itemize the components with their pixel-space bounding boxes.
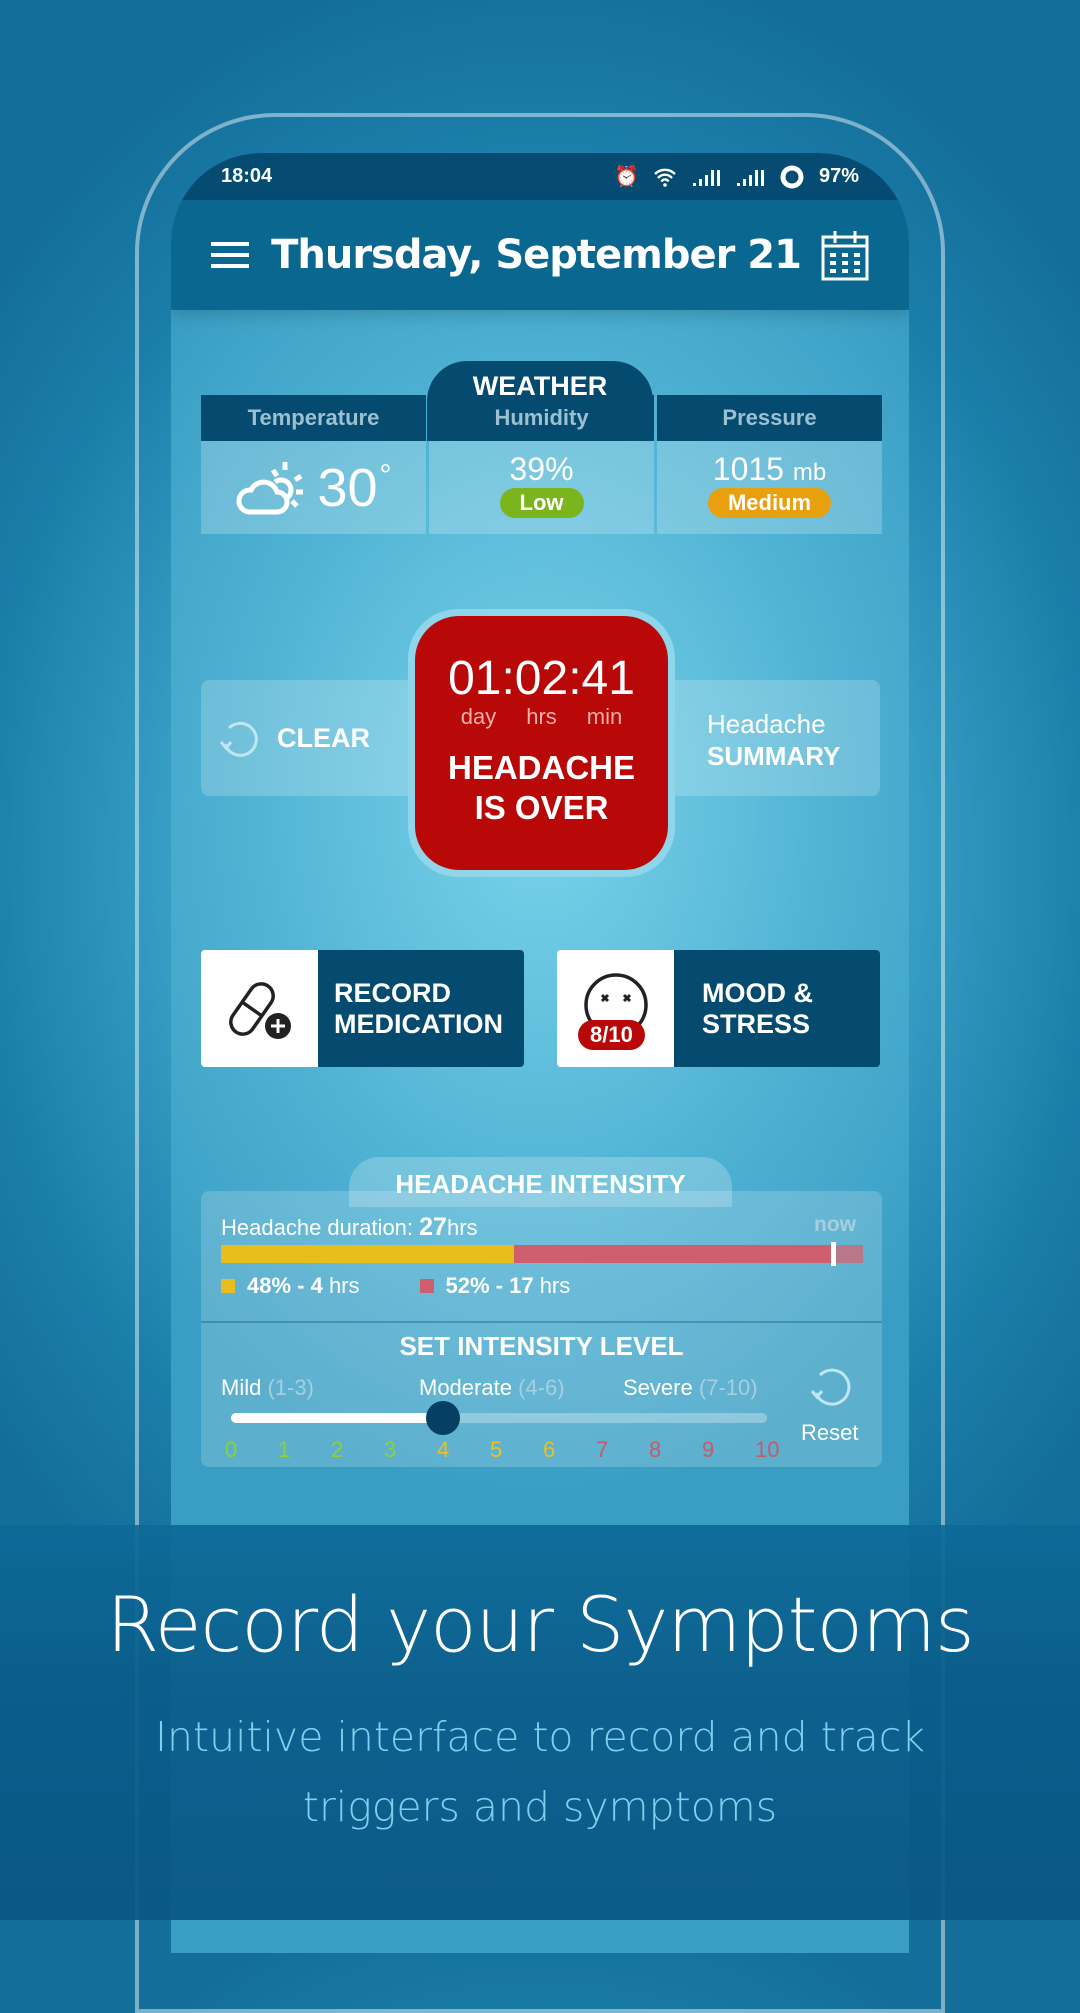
mood-badge: 8/10 bbox=[578, 1020, 645, 1050]
humidity-badge: Low bbox=[499, 488, 584, 518]
now-marker bbox=[830, 1242, 836, 1266]
scale-number[interactable]: 2 bbox=[331, 1437, 343, 1463]
timer-unit-day: day bbox=[460, 704, 497, 729]
app-header: Thursday, September 21 bbox=[171, 200, 909, 310]
range-label: Severe (7-10) bbox=[623, 1375, 758, 1400]
humidity-card: Humidity 39% Low bbox=[429, 395, 654, 534]
pill-add-icon bbox=[228, 981, 291, 1039]
scale-number[interactable]: 6 bbox=[543, 1437, 555, 1463]
scale-number[interactable]: 0 bbox=[225, 1437, 237, 1463]
duration-unit: hrs bbox=[446, 1215, 478, 1240]
promo-title: Record your Symptoms bbox=[106, 1580, 974, 1669]
weather-panel: Temperature 30 ° Humidity 39% Low Pressur… bbox=[201, 361, 882, 534]
battery-level: 97% bbox=[818, 165, 859, 187]
scale-number[interactable]: 4 bbox=[437, 1437, 449, 1463]
duration-bar bbox=[221, 1242, 863, 1266]
scale-number[interactable]: 9 bbox=[702, 1437, 714, 1463]
medication-line2: MEDICATION bbox=[334, 1008, 503, 1039]
duration-legend: 48% - 4 hrs 52% - 17 hrs bbox=[221, 1273, 570, 1299]
legend-item: 52% - 17 hrs bbox=[419, 1273, 570, 1299]
slider-fill bbox=[231, 1413, 443, 1423]
duration-segment bbox=[221, 1245, 514, 1263]
slider-thumb[interactable] bbox=[426, 1401, 460, 1435]
record-medication-button[interactable]: RECORD MEDICATION bbox=[201, 950, 524, 1067]
signal-icon bbox=[692, 169, 720, 186]
partly-cloudy-icon bbox=[236, 461, 304, 514]
set-intensity-title: SET INTENSITY LEVEL bbox=[399, 1331, 684, 1361]
legend-item: 48% - 4 hrs bbox=[221, 1273, 360, 1299]
mood-stress-button[interactable]: 8/10 MOOD & STRESS bbox=[557, 950, 880, 1067]
reset-label: Reset bbox=[801, 1420, 859, 1445]
temperature-card: Temperature 30 ° bbox=[201, 395, 426, 534]
page-title: Thursday, September 21 bbox=[271, 232, 802, 278]
clear-label: CLEAR bbox=[277, 722, 370, 753]
signal-icon-2 bbox=[736, 169, 764, 186]
clear-button[interactable]: CLEAR bbox=[217, 716, 370, 760]
medication-line1: RECORD bbox=[334, 977, 452, 1008]
summary-line1: Headache bbox=[707, 709, 826, 739]
menu-icon[interactable] bbox=[211, 240, 251, 270]
scale-number[interactable]: 8 bbox=[649, 1437, 661, 1463]
humidity-value: 39% bbox=[509, 451, 574, 487]
refresh-icon bbox=[219, 721, 258, 757]
duration-segment bbox=[513, 1245, 831, 1263]
mood-line2: STRESS bbox=[702, 1008, 811, 1039]
status-bar: 18:04 ⏰ 97% bbox=[171, 153, 909, 200]
promo-subtitle-line2: triggers and symptoms bbox=[302, 1783, 778, 1831]
status-time: 18:04 bbox=[221, 165, 273, 187]
calendar-icon[interactable] bbox=[821, 229, 869, 281]
pressure-value: 1015 bbox=[712, 451, 784, 487]
humidity-label: Humidity bbox=[429, 395, 654, 441]
scale-number[interactable]: 5 bbox=[490, 1437, 502, 1463]
pressure-badge: Medium bbox=[707, 488, 832, 518]
alarm-icon: ⏰ bbox=[614, 166, 639, 188]
duration-value: 27 bbox=[419, 1213, 447, 1241]
panel-divider bbox=[201, 1321, 882, 1323]
promo-subtitle-line1: Intuitive interface to record and track bbox=[154, 1713, 926, 1761]
timer-status-line2: IS OVER bbox=[474, 789, 609, 826]
scale-number[interactable]: 7 bbox=[596, 1437, 608, 1463]
reset-icon bbox=[810, 1368, 851, 1406]
reset-button[interactable]: Reset bbox=[801, 1363, 858, 1446]
now-label: now bbox=[814, 1213, 856, 1236]
pressure-label: Pressure bbox=[657, 395, 882, 441]
degree-symbol: ° bbox=[379, 459, 392, 492]
pressure-unit: mb bbox=[792, 459, 827, 486]
scale-number[interactable]: 1 bbox=[278, 1437, 290, 1463]
summary-line2: SUMMARY bbox=[707, 741, 841, 771]
intensity-panel: Headache duration: 27hrs now 48% - 4 hrs… bbox=[201, 1191, 882, 1467]
scale-number[interactable]: 3 bbox=[384, 1437, 396, 1463]
duration-label: Headache duration: bbox=[221, 1215, 420, 1240]
mood-line1: MOOD & bbox=[702, 977, 813, 1008]
pressure-card: Pressure 1015 mb Medium bbox=[657, 395, 882, 534]
timer-unit-min: min bbox=[586, 704, 623, 729]
timer-status-line1: HEADACHE bbox=[447, 749, 635, 786]
temperature-label: Temperature bbox=[201, 395, 426, 441]
timer-unit-hrs: hrs bbox=[526, 704, 557, 729]
range-label: Mild (1-3) bbox=[221, 1375, 314, 1400]
intensity-slider[interactable] bbox=[231, 1401, 767, 1435]
duration-text: Headache duration: 27hrs bbox=[221, 1213, 478, 1242]
wifi-icon bbox=[654, 168, 676, 187]
headache-summary-button[interactable]: Headache SUMMARY bbox=[707, 708, 840, 772]
battery-ring-icon bbox=[780, 165, 804, 188]
scale-number[interactable]: 10 bbox=[755, 1437, 779, 1463]
promo-subtitle: Intuitive interface to record and track … bbox=[0, 1702, 1080, 1842]
temperature-value: 30 bbox=[317, 457, 378, 518]
timer-value: 01:02:41 bbox=[448, 652, 635, 705]
range-label: Moderate (4-6) bbox=[419, 1375, 565, 1400]
headache-timer-button[interactable]: 01:02:41 day hrs min HEADACHE IS OVER bbox=[408, 609, 675, 877]
